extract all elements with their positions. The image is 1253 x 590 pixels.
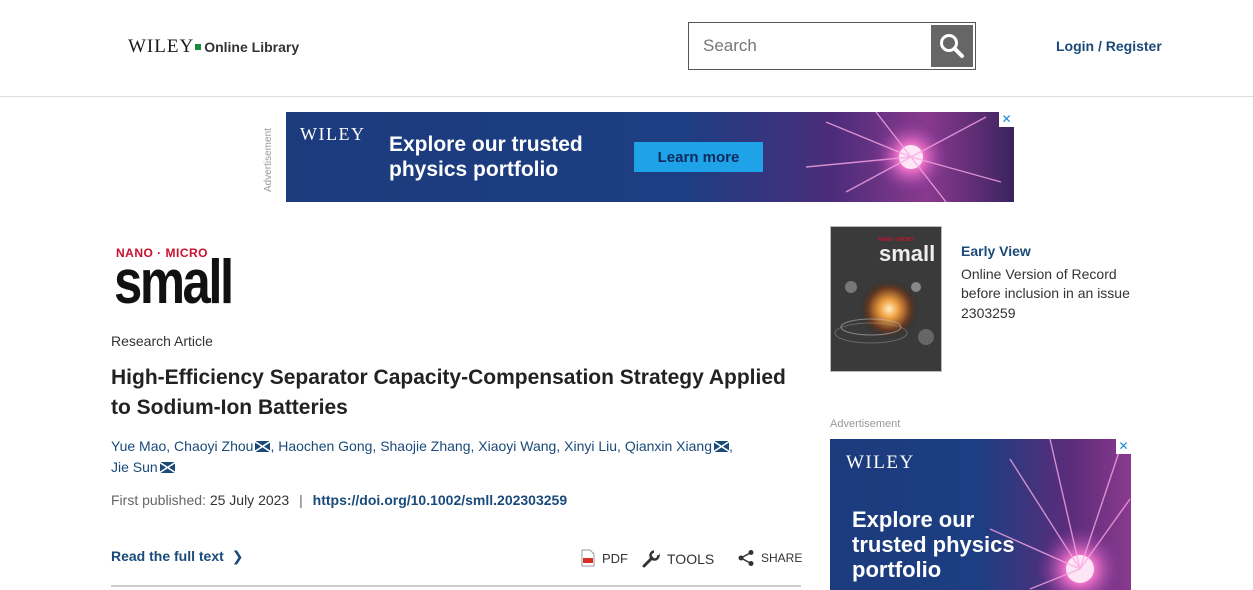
site-header: WILEY Online Library Login / Register (0, 0, 1253, 97)
ad-headline: Explore our trusted physics portfolio (389, 133, 583, 181)
separator: | (299, 492, 303, 508)
share-button[interactable]: SHARE (737, 549, 802, 567)
journal-logo[interactable]: NANO · MICRO small (112, 236, 252, 314)
plasma-ball-image (989, 439, 1131, 590)
wrench-icon (642, 550, 660, 568)
ad-brand: WILEY (300, 124, 366, 144)
sidebar-advertisement[interactable]: WILEY Explore our trusted physics portfo… (830, 439, 1131, 590)
login-register-link[interactable]: Login / Register (1056, 38, 1162, 54)
search-input[interactable] (689, 23, 929, 69)
article-number: 2303259 (961, 305, 1016, 321)
email-icon[interactable] (714, 441, 729, 452)
author-link[interactable]: Xinyi Liu, (564, 438, 621, 454)
first-published-date: 25 July 2023 (209, 492, 290, 508)
early-view-description: Online Version of Record before inclusio… (961, 266, 1130, 301)
article-title: High-Efficiency Separator Capacity-Compe… (111, 366, 786, 419)
logo-dot-icon (195, 44, 202, 50)
journal-cover-image[interactable]: NANO · MICRO small (830, 226, 942, 372)
search-icon (940, 34, 964, 58)
cover-artwork: NANO · MICRO small (831, 227, 941, 371)
author-link[interactable]: Shaojie Zhang, (380, 438, 474, 454)
tools-button[interactable]: TOOLS (641, 549, 714, 569)
author-link[interactable]: Qianxin Xiang, (625, 438, 733, 454)
first-published-label: First published: (111, 492, 206, 508)
doi-link[interactable]: https://doi.org/10.1002/smll.202303259 (313, 492, 567, 508)
author-link[interactable]: Xiaoyi Wang, (478, 438, 560, 454)
plasma-ball-image (805, 112, 1002, 202)
share-icon (738, 550, 754, 566)
top-advertisement-banner[interactable]: WILEY Explore our trusted physics portfo… (286, 112, 1014, 202)
author-link[interactable]: Chaoyi Zhou, (174, 438, 274, 454)
publication-info: First published: 25 July 2023 | https://… (111, 492, 567, 508)
logo-brand: WILEY (128, 36, 195, 57)
article-type: Research Article (111, 333, 213, 349)
ad-label: Advertisement (263, 128, 274, 192)
early-view-label[interactable]: Early View (961, 243, 1031, 259)
ad-learn-more-button[interactable]: Learn more (634, 142, 763, 172)
chevron-right-icon: ❯ (231, 548, 244, 564)
search-button[interactable] (931, 25, 973, 67)
sidebar-ad-brand: WILEY (846, 452, 915, 473)
ad-close-icon[interactable]: ✕ (999, 112, 1014, 127)
divider (111, 585, 801, 587)
pdf-icon (581, 549, 595, 567)
pdf-button[interactable]: PDF (580, 549, 628, 567)
read-full-text-link[interactable]: Read the full text ❯ (111, 548, 244, 565)
svg-text:small: small (879, 241, 935, 266)
author-list: Yue Mao, Chaoyi Zhou, Haochen Gong, Shao… (111, 436, 771, 478)
email-icon[interactable] (255, 441, 271, 452)
logo-product: Online Library (204, 39, 300, 55)
author-link[interactable]: Jie Sun (111, 459, 175, 475)
wiley-online-library-logo[interactable]: WILEY Online Library (128, 36, 299, 58)
search-box (688, 22, 976, 70)
author-link[interactable]: Yue Mao, (111, 438, 170, 454)
journal-name: small (114, 248, 234, 317)
sidebar-ad-close-icon[interactable]: ✕ (1116, 439, 1131, 454)
author-link[interactable]: Haochen Gong, (278, 438, 376, 454)
sidebar-ad-label: Advertisement (830, 418, 901, 430)
email-icon[interactable] (159, 462, 175, 473)
